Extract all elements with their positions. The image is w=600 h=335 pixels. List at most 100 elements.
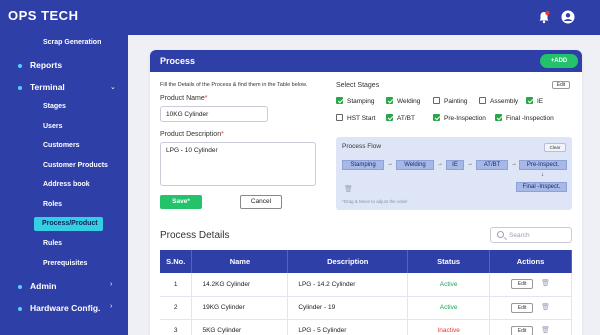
checkbox-icon bbox=[495, 114, 502, 121]
form-hint: Fill the Details of the Process & find t… bbox=[160, 82, 308, 88]
product-name-input[interactable]: 10KG Cylinder bbox=[160, 106, 268, 122]
stage-label: Final -Inspection bbox=[506, 115, 554, 123]
app-logo[interactable]: OPS TECH bbox=[8, 8, 78, 23]
product-name-label-text: Product Name bbox=[160, 95, 205, 102]
checkbox-icon bbox=[433, 114, 440, 121]
sidebar-item-reports[interactable]: Reports bbox=[18, 60, 62, 70]
process-flow-panel: Process Flow Clear Stamping → Welding → … bbox=[336, 137, 572, 210]
edit-button[interactable]: Edit bbox=[511, 325, 534, 335]
table-row: 3 5KG Cylinder LPG - 5 Cylinder Inactive… bbox=[160, 319, 572, 335]
cell-description: LPG - 5 Cylinder bbox=[287, 319, 409, 335]
sidebar-item-process-product[interactable]: Process/Product bbox=[34, 217, 103, 231]
cell-status: Active bbox=[407, 273, 491, 297]
sidebar-item-admin[interactable]: Admin bbox=[18, 281, 56, 291]
column-header: Name bbox=[191, 250, 289, 273]
flow-step[interactable]: Final -Inspect. bbox=[516, 182, 567, 192]
add-button[interactable]: +ADD bbox=[540, 54, 578, 68]
cell-sno: 2 bbox=[160, 296, 193, 320]
stage-label: Painting bbox=[444, 98, 468, 106]
clear-button[interactable]: Clear bbox=[544, 143, 566, 152]
flow-step[interactable]: AT/BT bbox=[476, 160, 508, 170]
edit-button[interactable]: Edit bbox=[511, 302, 534, 313]
sidebar-item-terminal[interactable]: Terminal bbox=[18, 82, 65, 92]
flow-step[interactable]: Stamping bbox=[342, 160, 384, 170]
sidebar-item-roles[interactable]: Roles bbox=[43, 201, 62, 208]
trash-icon[interactable]: 🗑 bbox=[541, 279, 550, 287]
sidebar-item-hardware-config[interactable]: Hardware Config. bbox=[18, 303, 100, 313]
stage-label: AT/BT bbox=[397, 115, 415, 123]
search-input[interactable]: Search bbox=[490, 227, 572, 243]
stage-checkbox-painting[interactable]: Painting bbox=[433, 97, 468, 106]
page-title: Process bbox=[160, 56, 196, 66]
trash-icon[interactable]: 🗑 bbox=[541, 326, 550, 334]
stage-checkbox-at-bt[interactable]: AT/BT bbox=[386, 114, 415, 123]
stages-edit-button[interactable]: Edit bbox=[552, 81, 570, 89]
chevron-right-icon[interactable]: › bbox=[110, 281, 112, 288]
stage-checkbox-welding[interactable]: Welding bbox=[386, 97, 421, 106]
arrow-right-icon: → bbox=[437, 161, 443, 167]
stage-label: IE bbox=[537, 98, 544, 106]
trash-icon[interactable]: 🗑 bbox=[344, 185, 353, 193]
flow-step[interactable]: Pre-Inspect. bbox=[519, 160, 567, 170]
bell-icon[interactable] bbox=[537, 10, 551, 24]
sidebar-item-rules[interactable]: Rules bbox=[43, 240, 62, 247]
checkbox-icon bbox=[386, 97, 393, 104]
required-mark: * bbox=[221, 131, 224, 138]
stage-checkbox-hst-start[interactable]: HST Start bbox=[336, 114, 376, 123]
cell-sno: 1 bbox=[160, 273, 193, 297]
arrow-right-icon: → bbox=[467, 161, 473, 167]
checkbox-icon bbox=[433, 97, 440, 104]
sidebar-item-customer-products[interactable]: Customer Products bbox=[43, 162, 108, 169]
sidebar-item-users[interactable]: Users bbox=[43, 123, 62, 130]
product-name-label: Product Name* bbox=[160, 95, 207, 102]
column-header: Description bbox=[287, 250, 409, 273]
stage-checkbox-ie[interactable]: IE bbox=[526, 97, 544, 106]
sidebar-item-stages[interactable]: Stages bbox=[43, 103, 66, 110]
arrow-right-icon: → bbox=[387, 161, 393, 167]
cell-status: Inactive bbox=[407, 319, 491, 335]
stage-checkbox-stamping[interactable]: Stamping bbox=[336, 97, 374, 105]
edit-button[interactable]: Edit bbox=[511, 279, 534, 290]
chevron-right-icon[interactable]: › bbox=[110, 303, 112, 310]
sidebar-item-customers[interactable]: Customers bbox=[43, 142, 80, 149]
stage-checkbox-assembly[interactable]: Assembly bbox=[479, 97, 518, 105]
process-flow-hint: *Drag & Move to adjust the order bbox=[342, 199, 408, 204]
chevron-down-icon[interactable]: ⌄ bbox=[110, 83, 116, 91]
product-description-label-text: Product Description bbox=[160, 131, 222, 138]
sidebar: Scrap Generation Reports Terminal ⌄ Stag… bbox=[0, 35, 128, 335]
flow-step[interactable]: IE bbox=[446, 160, 464, 170]
bullet-icon bbox=[18, 63, 22, 68]
product-description-input[interactable]: LPG - 10 Cylinder bbox=[160, 142, 316, 186]
cell-sno: 3 bbox=[160, 319, 193, 335]
trash-icon[interactable]: 🗑 bbox=[541, 303, 550, 311]
stage-label: Welding bbox=[397, 98, 421, 106]
stage-label: HST Start bbox=[347, 115, 376, 123]
checkbox-icon bbox=[386, 114, 393, 121]
cell-name: 19KG Cylinder bbox=[191, 296, 289, 320]
checkbox-icon bbox=[526, 97, 533, 104]
checkbox-icon bbox=[336, 97, 343, 104]
cell-name: 5KG Cylinder bbox=[191, 319, 289, 335]
column-header: Actions bbox=[489, 250, 572, 273]
cell-name: 14.2KG Cylinder bbox=[191, 273, 289, 297]
cancel-button[interactable]: Cancel bbox=[240, 195, 282, 209]
stage-checkbox-pre-inspection[interactable]: Pre-Inspection bbox=[433, 114, 486, 123]
process-card: Process +ADD Fill the Details of the Pro… bbox=[150, 50, 582, 335]
user-icon[interactable] bbox=[561, 10, 575, 24]
process-flow-title: Process Flow bbox=[342, 143, 382, 150]
save-button[interactable]: Save* bbox=[160, 195, 202, 209]
cell-actions: Edit 🗑 bbox=[489, 273, 572, 297]
arrow-right-icon: → bbox=[511, 161, 517, 167]
sidebar-item-address-book[interactable]: Address book bbox=[43, 181, 90, 188]
sidebar-item-prerequisites[interactable]: Prerequisites bbox=[43, 260, 87, 267]
stage-checkbox-final-inspection[interactable]: Final -Inspection bbox=[495, 114, 554, 123]
cell-actions: Edit 🗑 bbox=[489, 319, 572, 335]
cell-description: Cylinder - 19 bbox=[287, 296, 409, 320]
stage-label: Pre-Inspection bbox=[444, 115, 486, 123]
sidebar-item-scrap-generation[interactable]: Scrap Generation bbox=[43, 39, 101, 46]
bullet-icon bbox=[18, 85, 22, 90]
sidebar-item-label: Admin bbox=[30, 281, 57, 291]
column-header: Status bbox=[407, 250, 491, 273]
table-row: 1 14.2KG Cylinder LPG - 14.2 Cylinder Ac… bbox=[160, 273, 572, 297]
flow-step[interactable]: Welding bbox=[396, 160, 434, 170]
